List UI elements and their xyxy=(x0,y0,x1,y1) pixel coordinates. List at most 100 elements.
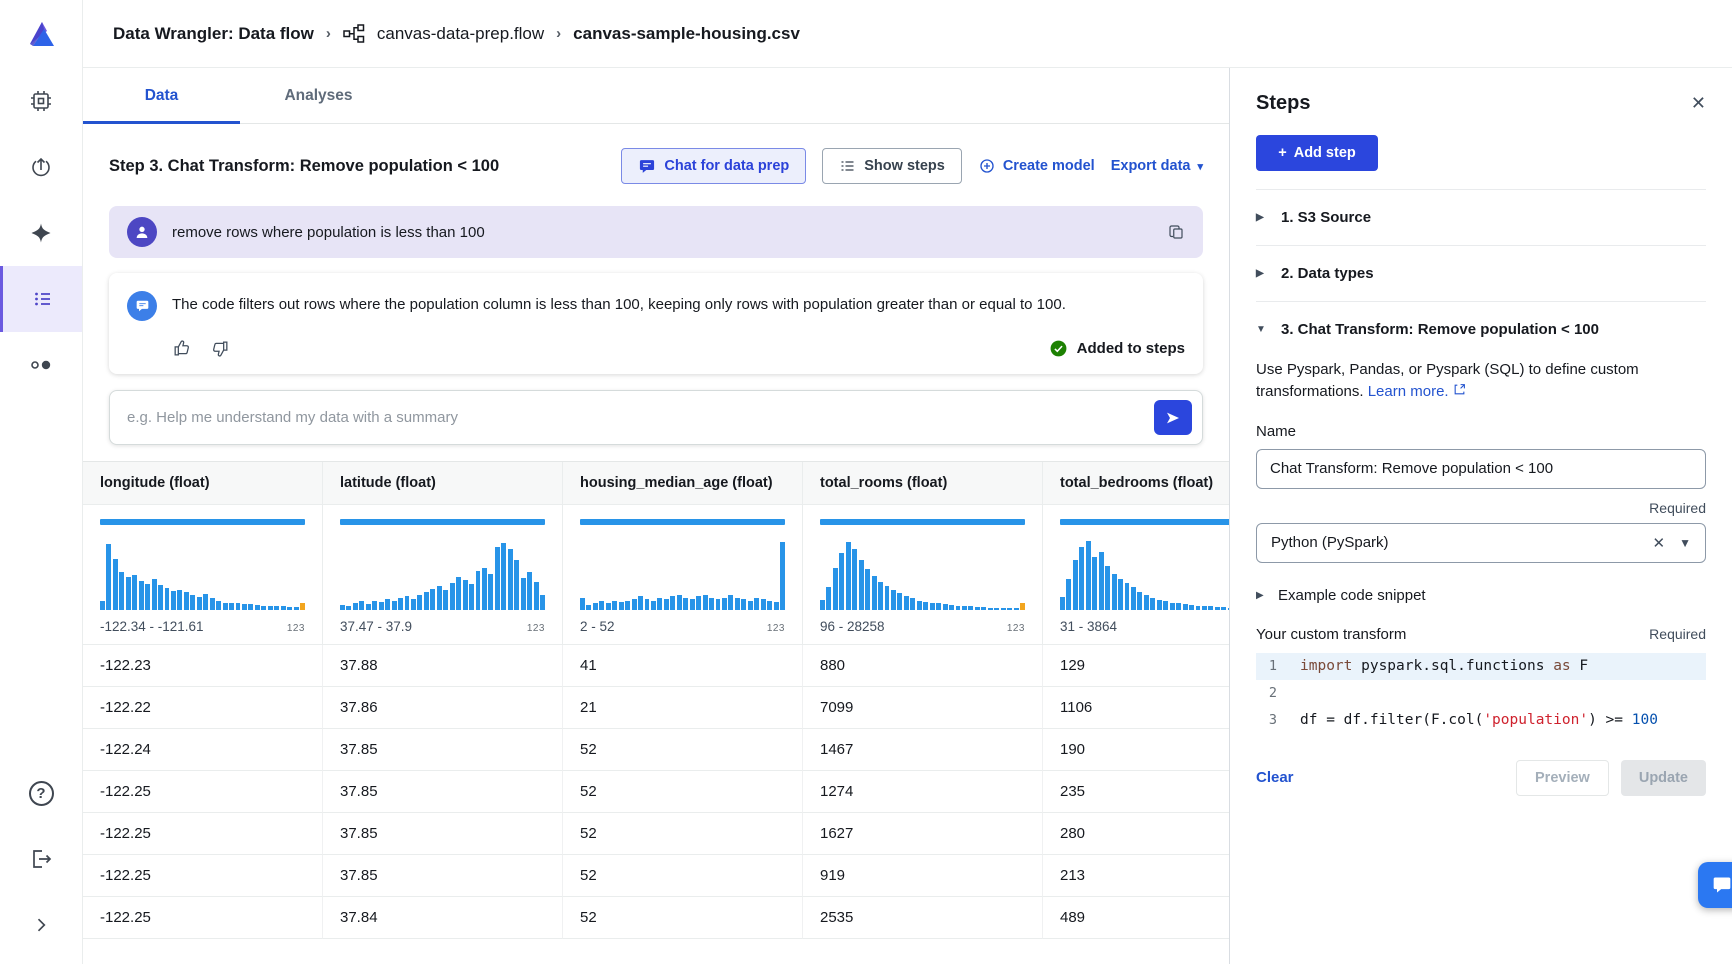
table-row[interactable]: -122.2537.85521274235 xyxy=(83,771,1229,813)
create-model-button[interactable]: Create model xyxy=(978,157,1095,175)
column-histogram[interactable]: 37.47 - 37.9 123 xyxy=(323,505,563,645)
code-editor[interactable]: 1import pyspark.sql.functions as F 2 3df =… xyxy=(1256,653,1706,734)
table-cell: 1274 xyxy=(803,771,1043,813)
update-button[interactable]: Update xyxy=(1621,760,1706,796)
expand-rail-button[interactable] xyxy=(0,892,82,958)
table-body: -122.2337.8841880129-122.2237.8621709911… xyxy=(83,645,1229,939)
sidebar-item-data-wrangler[interactable] xyxy=(0,266,82,332)
column-header[interactable]: total_rooms (float) xyxy=(803,462,1043,505)
histogram-bars xyxy=(1060,537,1229,610)
column-histogram[interactable]: -122.34 - -121.61123 xyxy=(83,505,323,645)
step-title: Step 3. Chat Transform: Remove populatio… xyxy=(109,157,499,176)
example-code-snippet-toggle[interactable]: ▶ Example code snippet xyxy=(1256,587,1706,604)
chevron-right-icon: ▶ xyxy=(1256,590,1268,601)
chat-input-bar xyxy=(109,390,1203,445)
rail-bottom: ? xyxy=(0,760,82,964)
step-item-chat-transform[interactable]: ▼ 3. Chat Transform: Remove population <… xyxy=(1256,301,1706,357)
step-item-data-types[interactable]: ▶ 2. Data types xyxy=(1256,245,1706,301)
column-header[interactable]: latitude (float) xyxy=(323,462,563,505)
code-line[interactable]: 2 xyxy=(1256,680,1706,707)
table-cell: 52 xyxy=(563,771,803,813)
dots-icon xyxy=(28,353,54,377)
line-number: 2 xyxy=(1256,685,1290,701)
chat-input[interactable] xyxy=(127,409,1144,426)
assistant-message: The code filters out rows where the popu… xyxy=(109,273,1203,374)
column-histogram[interactable]: 96 - 28258123 xyxy=(803,505,1043,645)
column-header[interactable]: total_bedrooms (float) xyxy=(1043,462,1229,505)
column-range: 37.47 - 37.9 xyxy=(340,619,412,634)
sidebar-item-compute[interactable] xyxy=(0,68,82,134)
table-cell: 489 xyxy=(1043,897,1229,939)
breadcrumb-separator-icon: › xyxy=(326,25,331,42)
table-cell: -122.23 xyxy=(83,645,323,687)
code-line[interactable]: 3df = df.filter(F.col('population') >= 1… xyxy=(1256,707,1706,734)
thumbs-down-icon[interactable] xyxy=(211,339,230,358)
sidebar-item-deployments[interactable] xyxy=(0,134,82,200)
tab-bar: Data Analyses xyxy=(83,68,1229,124)
chat-icon xyxy=(135,299,150,313)
tab-data[interactable]: Data xyxy=(83,68,240,123)
table-cell: 37.88 xyxy=(323,645,563,687)
column-header[interactable]: longitude (float) xyxy=(83,462,323,505)
table-cell: 1467 xyxy=(803,729,1043,771)
sidebar-item-models[interactable] xyxy=(0,332,82,398)
breadcrumb-flow[interactable]: canvas-data-prep.flow xyxy=(377,24,544,44)
chevron-right-icon: ▶ xyxy=(1256,212,1268,223)
floating-chat-button[interactable] xyxy=(1698,862,1732,908)
table-cell: 37.84 xyxy=(323,897,563,939)
table-row[interactable]: -122.2437.85521467190 xyxy=(83,729,1229,771)
column-histogram[interactable]: 2 - 52123 xyxy=(563,505,803,645)
histogram-bars xyxy=(100,537,305,610)
copy-icon[interactable] xyxy=(1167,223,1185,241)
check-circle-icon xyxy=(1049,339,1068,358)
column-histogram[interactable]: 31 - 3864123 xyxy=(1043,505,1229,645)
table-row[interactable]: -122.2537.8552919213 xyxy=(83,855,1229,897)
tab-analyses[interactable]: Analyses xyxy=(240,68,397,123)
chat-for-data-prep-button[interactable]: Chat for data prep xyxy=(621,148,806,184)
learn-more-link[interactable]: Learn more. xyxy=(1368,383,1466,400)
add-step-button[interactable]: + Add step xyxy=(1256,135,1378,171)
table-row[interactable]: -122.2537.84522535489 xyxy=(83,897,1229,939)
clear-button[interactable]: Clear xyxy=(1256,769,1294,786)
numeric-type-badge: 123 xyxy=(527,623,545,634)
canvas-logo[interactable] xyxy=(0,0,82,68)
language-select[interactable]: Python (PySpark) ✕ ▼ xyxy=(1256,523,1706,563)
breadcrumb-root[interactable]: Data Wrangler: Data flow xyxy=(113,24,314,44)
close-icon[interactable]: ✕ xyxy=(1691,93,1706,114)
flow-file-icon xyxy=(343,24,365,43)
chat-area: remove rows where population is less tha… xyxy=(83,202,1229,374)
logout-button[interactable] xyxy=(0,826,82,892)
preview-button[interactable]: Preview xyxy=(1516,760,1609,796)
table-cell: 880 xyxy=(803,645,1043,687)
export-data-dropdown[interactable]: Export data ▾ xyxy=(1111,158,1203,174)
clear-selection-icon[interactable]: ✕ xyxy=(1653,534,1666,552)
send-button[interactable] xyxy=(1154,400,1192,435)
step-item-s3-source[interactable]: ▶ 1. S3 Source xyxy=(1256,189,1706,245)
sidebar-item-automl[interactable] xyxy=(0,200,82,266)
cpu-icon xyxy=(29,89,53,113)
help-button[interactable]: ? xyxy=(0,760,82,826)
table-cell: 52 xyxy=(563,897,803,939)
breadcrumb-separator-icon: › xyxy=(556,25,561,42)
histogram-bars xyxy=(580,537,785,610)
data-view: Data Analyses Step 3. Chat Transform: Re… xyxy=(83,68,1229,964)
histogram-summary-bar xyxy=(580,519,785,525)
name-input[interactable] xyxy=(1256,449,1706,489)
table-cell: 129 xyxy=(1043,645,1229,687)
sparkle-icon xyxy=(29,221,53,245)
show-steps-button[interactable]: Show steps xyxy=(822,148,962,184)
user-message: remove rows where population is less tha… xyxy=(109,206,1203,258)
logout-icon xyxy=(29,847,53,871)
table-row[interactable]: -122.2337.8841880129 xyxy=(83,645,1229,687)
table-cell: 21 xyxy=(563,687,803,729)
code-line[interactable]: 1import pyspark.sql.functions as F xyxy=(1256,653,1706,680)
table-row[interactable]: -122.2237.862170991106 xyxy=(83,687,1229,729)
table-cell: -122.25 xyxy=(83,897,323,939)
column-header[interactable]: housing_median_age (float) xyxy=(563,462,803,505)
table-cell: 52 xyxy=(563,729,803,771)
thumbs-up-icon[interactable] xyxy=(172,339,191,358)
table-cell: 7099 xyxy=(803,687,1043,729)
added-to-steps-status: Added to steps xyxy=(1049,339,1185,358)
table-cell: 37.85 xyxy=(323,855,563,897)
table-row[interactable]: -122.2537.85521627280 xyxy=(83,813,1229,855)
